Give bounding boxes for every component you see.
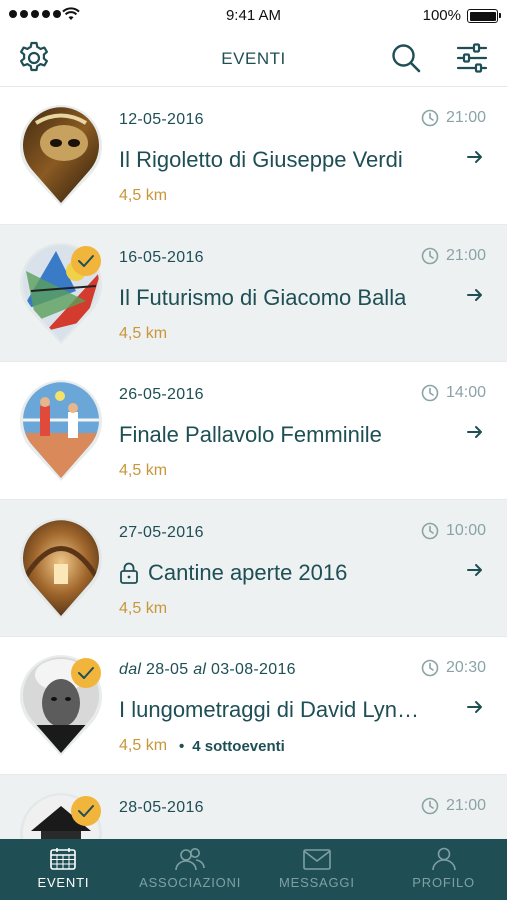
event-title-text: Il Futurismo di Giacomo Balla — [119, 284, 407, 310]
date-prefix: dal — [119, 661, 142, 678]
event-title-text: Cantine aperte 2016 — [148, 559, 348, 585]
arrow-right-icon[interactable] — [467, 150, 483, 164]
battery-percentage: 100% — [422, 7, 461, 24]
tab-eventi[interactable]: EVENTI — [0, 839, 127, 900]
event-row[interactable]: 26-05-2016 14:00 Finale Pallavolo Femmin… — [0, 362, 507, 500]
clock-icon — [421, 247, 439, 264]
lock-icon — [120, 562, 138, 584]
event-distance-value: 4,5 km — [119, 599, 168, 617]
status-bar: 9:41 AM 100% — [0, 0, 507, 32]
clock-icon — [421, 659, 439, 677]
page-title: EVENTI — [221, 49, 286, 68]
date-end: 03-08-2016 — [211, 661, 296, 678]
event-list[interactable]: 12-05-2016 21:00 Il Rigoletto di Giusepp… — [0, 87, 507, 839]
event-distance-value: 4,5 km — [119, 737, 168, 754]
sub-events-count: 4 sottoeventi — [179, 738, 285, 755]
event-pin-image — [19, 380, 102, 481]
event-title-text: Il Rigoletto di Giuseppe Verdi — [119, 147, 403, 172]
event-distance: 4,5 km — [119, 325, 167, 343]
date-mid: al — [193, 661, 207, 678]
app-header: EVENTI — [0, 32, 507, 87]
event-row[interactable]: 28-05-2016 21:00 — [0, 774, 507, 839]
event-time-value: 14:00 — [445, 384, 486, 401]
event-date: 28-05-2016 — [119, 798, 204, 816]
arrow-right-icon[interactable] — [467, 288, 483, 302]
event-distance-value: 4,5 km — [119, 187, 168, 204]
search-icon — [392, 44, 421, 73]
event-time-value: 21:00 — [445, 109, 486, 126]
event-pin-image — [19, 517, 102, 619]
event-distance: 4,5 km — [119, 462, 167, 480]
tab-label: EVENTI — [37, 875, 90, 890]
event-time-value: 21:00 — [445, 796, 486, 814]
event-date: 16-05-2016 — [119, 248, 204, 266]
tab-label: ASSOCIAZIONI — [139, 875, 242, 890]
event-time: 21:00 — [421, 797, 486, 815]
arrow-right-icon[interactable] — [467, 425, 483, 439]
event-row[interactable]: dal 28-05 al 03-08-2016 20:30 I lungomet… — [0, 637, 507, 775]
event-pin-image — [20, 792, 102, 839]
tab-label: MESSAGGI — [279, 875, 355, 890]
event-pin-image — [19, 105, 102, 206]
tab-label: PROFILO — [412, 875, 475, 890]
event-distance: 4,5 km 4 sottoeventi — [119, 737, 285, 755]
arrow-right-icon[interactable] — [467, 700, 483, 714]
event-title: Il Rigoletto di Giuseppe Verdi — [119, 147, 403, 173]
search-button[interactable] — [386, 38, 426, 78]
event-title-text: I lungometraggi di David Lyn… — [119, 697, 420, 722]
event-distance-value: 4,5 km — [119, 462, 168, 479]
event-title: I lungometraggi di David Lyn… — [119, 697, 419, 723]
envelope-icon — [303, 849, 331, 870]
event-date-range: dal 28-05 al 03-08-2016 — [119, 661, 296, 679]
event-row[interactable]: 12-05-2016 21:00 Il Rigoletto di Giusepp… — [0, 87, 507, 225]
clock-icon — [421, 109, 439, 127]
event-time: 10:00 — [421, 522, 486, 540]
event-time: 20:30 — [421, 659, 486, 677]
event-distance: 4,5 km — [119, 600, 167, 618]
event-title-text: Finale Pallavolo Femminile — [119, 422, 382, 447]
event-row[interactable]: 16-05-2016 21:00 Il Futurismo di Giacomo… — [0, 224, 507, 362]
event-time-value: 21:00 — [445, 246, 486, 264]
filter-button[interactable] — [452, 38, 492, 78]
event-title: Il Futurismo di Giacomo Balla — [119, 285, 406, 311]
sliders-icon — [456, 43, 488, 73]
battery-icon — [467, 9, 501, 23]
clock-icon — [421, 522, 439, 539]
event-time-value: 10:00 — [445, 521, 486, 539]
people-icon — [175, 848, 205, 871]
event-title: Finale Pallavolo Femminile — [119, 422, 382, 448]
event-distance-value: 4,5 km — [119, 324, 168, 342]
event-distance: 4,5 km — [119, 187, 167, 205]
tab-associazioni[interactable]: ASSOCIAZIONI — [127, 839, 254, 900]
tab-messaggi[interactable]: MESSAGGI — [254, 839, 381, 900]
event-title: Cantine aperte 2016 — [119, 560, 347, 586]
event-pin-image — [19, 655, 102, 756]
event-date: 27-05-2016 — [119, 523, 204, 541]
date-start: 28-05 — [146, 661, 189, 678]
event-date: 12-05-2016 — [119, 111, 204, 128]
arrow-right-icon[interactable] — [467, 563, 483, 577]
person-icon — [431, 847, 456, 871]
clock-icon — [421, 384, 439, 402]
clock-icon — [421, 797, 439, 814]
event-pin-image — [19, 242, 102, 344]
event-row[interactable]: 27-05-2016 10:00 Cantine aperte 2016 4,5… — [0, 499, 507, 637]
event-time: 21:00 — [421, 109, 486, 127]
tab-profilo[interactable]: PROFILO — [380, 839, 507, 900]
event-time: 21:00 — [421, 247, 486, 265]
event-date: 26-05-2016 — [119, 386, 204, 403]
event-time: 14:00 — [421, 384, 486, 402]
calendar-icon — [50, 848, 77, 870]
tab-bar: EVENTI ASSOCIAZIONI MESSAGGI PROFILO — [0, 839, 507, 900]
event-time-value: 20:30 — [445, 659, 486, 676]
